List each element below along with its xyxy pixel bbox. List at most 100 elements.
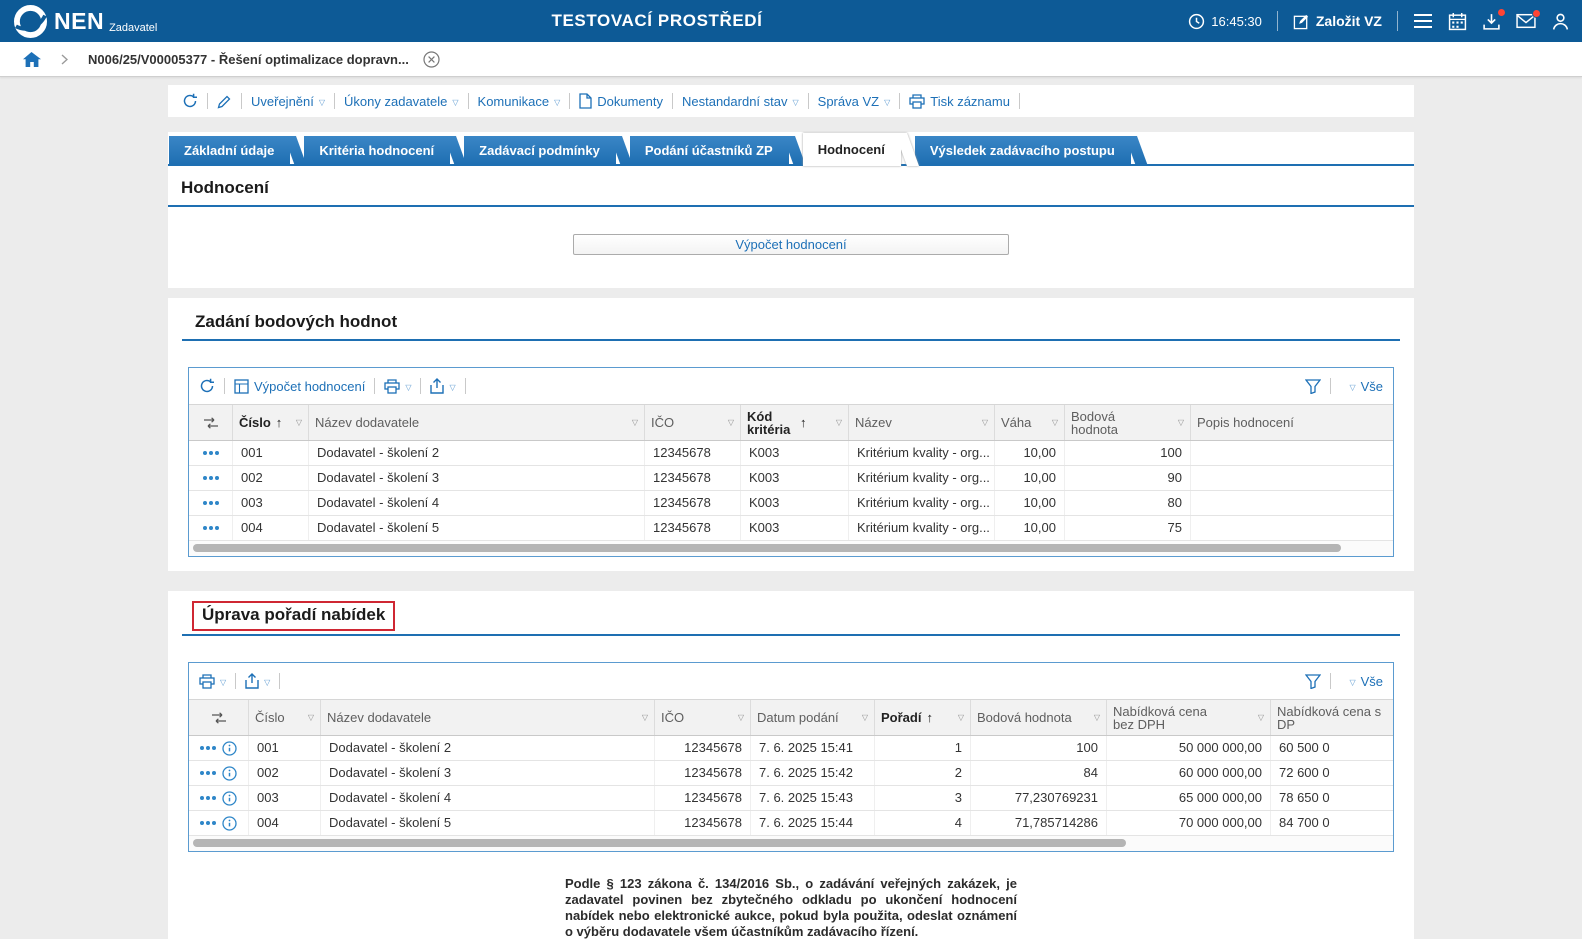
close-record-icon[interactable] <box>423 51 440 68</box>
edit-icon[interactable] <box>217 94 232 109</box>
column-label: Nabídková cena s DP <box>1277 705 1387 731</box>
column-filter-icon[interactable]: ▽ <box>858 713 868 722</box>
column-filter-icon[interactable]: ▽ <box>638 713 648 722</box>
column-filter-icon[interactable]: ▽ <box>628 418 638 427</box>
row-menu-icon[interactable] <box>200 796 216 800</box>
menu-nestandardni-stav[interactable]: Nestandardní stav ▽ <box>682 94 799 109</box>
calendar-icon[interactable] <box>1448 12 1467 31</box>
tab-zadavaci-podminky[interactable]: Zadávací podmínky <box>464 136 616 164</box>
column-filter-icon[interactable]: ▽ <box>954 713 964 722</box>
section-title-bodove: Zadání bodových hodnot <box>182 300 410 339</box>
table-row[interactable]: 002 Dodavatel - školení 3 12345678 7. 6.… <box>189 761 1393 786</box>
menu-tisk-zaznamu[interactable]: Tisk záznamu <box>909 94 1010 109</box>
menu-icon[interactable] <box>1413 13 1433 29</box>
column-filter-icon[interactable]: ▽ <box>1048 418 1058 427</box>
tab-kriteria-hodnoceni[interactable]: Kritéria hodnocení <box>304 136 450 164</box>
table-row[interactable]: 001 Dodavatel - školení 2 12345678 7. 6.… <box>189 736 1393 761</box>
nen-logo[interactable]: NEN Zadavatel <box>14 5 157 38</box>
row-menu-icon[interactable] <box>203 476 219 480</box>
menu-dokumenty[interactable]: Dokumenty <box>579 93 663 109</box>
table-row[interactable]: 004 Dodavatel - školení 5 12345678 K003 … <box>189 516 1393 541</box>
menu-uverejneni[interactable]: Uveřejnění ▽ <box>251 94 325 109</box>
column-header-dodavatel[interactable]: Název dodavatele ▽ <box>309 405 645 440</box>
row-menu-icon[interactable] <box>200 821 216 825</box>
home-icon[interactable] <box>22 51 41 68</box>
table-row[interactable]: 002 Dodavatel - školení 3 12345678 K003 … <box>189 466 1393 491</box>
filter-vse-dropdown[interactable]: ▽ Vše <box>1349 674 1383 689</box>
column-header-bodova[interactable]: Bodová hodnota ▽ <box>971 700 1107 735</box>
table-row[interactable]: 003 Dodavatel - školení 4 12345678 K003 … <box>189 491 1393 516</box>
row-actions <box>189 441 233 465</box>
cell-bodova: 80 <box>1065 491 1191 515</box>
filter-icon[interactable] <box>1305 674 1321 689</box>
history-icon[interactable] <box>182 93 198 109</box>
info-icon[interactable] <box>222 816 237 831</box>
horizontal-scrollbar[interactable] <box>193 839 1126 847</box>
column-settings[interactable] <box>189 700 249 735</box>
column-header-bodova[interactable]: Bodová hodnota ▽ <box>1065 405 1191 440</box>
print-grid-button[interactable]: ▽ <box>199 674 226 689</box>
refresh-icon[interactable] <box>199 378 215 394</box>
info-icon[interactable] <box>222 766 237 781</box>
column-filter-icon[interactable]: ▽ <box>734 713 744 722</box>
row-menu-icon[interactable] <box>203 501 219 505</box>
column-filter-icon[interactable]: ▽ <box>1254 713 1264 722</box>
tab-hodnoceni[interactable]: Hodnocení <box>803 133 901 166</box>
vypocet-hodnoceni-button[interactable]: Výpočet hodnocení <box>573 234 1009 255</box>
export-grid-button[interactable]: ▽ <box>430 378 455 394</box>
row-menu-icon[interactable] <box>200 771 216 775</box>
dropdown-icon: ▽ <box>1349 678 1355 687</box>
create-vz-label: Založit VZ <box>1316 13 1382 29</box>
breadcrumb-record[interactable]: N006/25/V00005377 - Řešení optimalizace … <box>88 52 409 67</box>
column-header-ico[interactable]: IČO ▽ <box>655 700 751 735</box>
tab-podani-ucastniku[interactable]: Podání účastníků ZP <box>630 136 789 164</box>
row-menu-icon[interactable] <box>203 526 219 530</box>
menu-ukony-zadavatele[interactable]: Úkony zadavatele ▽ <box>344 94 459 109</box>
user-icon[interactable] <box>1551 12 1570 31</box>
column-label: Pořadí <box>881 711 921 724</box>
row-menu-icon[interactable] <box>200 746 216 750</box>
print-grid-button[interactable]: ▽ <box>384 379 411 394</box>
column-label: Číslo <box>239 416 271 429</box>
column-settings[interactable] <box>189 405 233 440</box>
column-header-cena-s-dph[interactable]: Nabídková cena s DP <box>1271 700 1393 735</box>
downloads-icon[interactable] <box>1482 12 1501 31</box>
column-settings-icon <box>211 711 227 725</box>
vypocet-hodnoceni-link[interactable]: Výpočet hodnocení <box>234 379 365 394</box>
menu-sprava-vz[interactable]: Správa VZ ▽ <box>818 94 891 109</box>
table-row[interactable]: 001 Dodavatel - školení 2 12345678 K003 … <box>189 441 1393 466</box>
column-header-vaha[interactable]: Váha ▽ <box>995 405 1065 440</box>
column-filter-icon[interactable]: ▽ <box>1090 713 1100 722</box>
filter-icon[interactable] <box>1305 379 1321 394</box>
create-vz-button[interactable]: Založit VZ <box>1293 13 1382 30</box>
column-filter-icon[interactable]: ▽ <box>292 418 302 427</box>
column-header-poradi[interactable]: Pořadí ↑ ▽ <box>875 700 971 735</box>
export-grid-button[interactable]: ▽ <box>245 673 270 689</box>
column-header-nazev[interactable]: Název ▽ <box>849 405 995 440</box>
column-header-dodavatel[interactable]: Název dodavatele ▽ <box>321 700 655 735</box>
filter-vse-dropdown[interactable]: ▽ Vše <box>1349 379 1383 394</box>
column-filter-icon[interactable]: ▽ <box>1174 418 1184 427</box>
column-header-cislo[interactable]: Číslo ↑ ▽ <box>233 405 309 440</box>
tab-vysledek-postupu[interactable]: Výsledek zadávacího postupu <box>915 136 1131 164</box>
table-row[interactable]: 004 Dodavatel - školení 5 12345678 7. 6.… <box>189 811 1393 836</box>
tab-zakladni-udaje[interactable]: Základní údaje <box>169 136 290 164</box>
column-filter-icon[interactable]: ▽ <box>724 418 734 427</box>
column-filter-icon[interactable]: ▽ <box>832 418 842 427</box>
column-header-popis[interactable]: Popis hodnocení <box>1191 405 1393 440</box>
sort-asc-icon: ↑ <box>926 710 933 725</box>
table-row[interactable]: 003 Dodavatel - školení 4 12345678 7. 6.… <box>189 786 1393 811</box>
column-header-cena-bez-dph[interactable]: Nabídková cena bez DPH ▽ <box>1107 700 1271 735</box>
messages-icon[interactable] <box>1516 13 1536 29</box>
column-header-kod-kriteria[interactable]: Kód kritéria ↑ ▽ <box>741 405 849 440</box>
column-header-cislo[interactable]: Číslo ▽ <box>249 700 321 735</box>
column-filter-icon[interactable]: ▽ <box>978 418 988 427</box>
row-menu-icon[interactable] <box>203 451 219 455</box>
menu-komunikace[interactable]: Komunikace ▽ <box>478 94 561 109</box>
column-header-datum[interactable]: Datum podání ▽ <box>751 700 875 735</box>
info-icon[interactable] <box>222 741 237 756</box>
horizontal-scrollbar[interactable] <box>193 544 1341 552</box>
column-header-ico[interactable]: IČO ▽ <box>645 405 741 440</box>
info-icon[interactable] <box>222 791 237 806</box>
column-filter-icon[interactable]: ▽ <box>304 713 314 722</box>
